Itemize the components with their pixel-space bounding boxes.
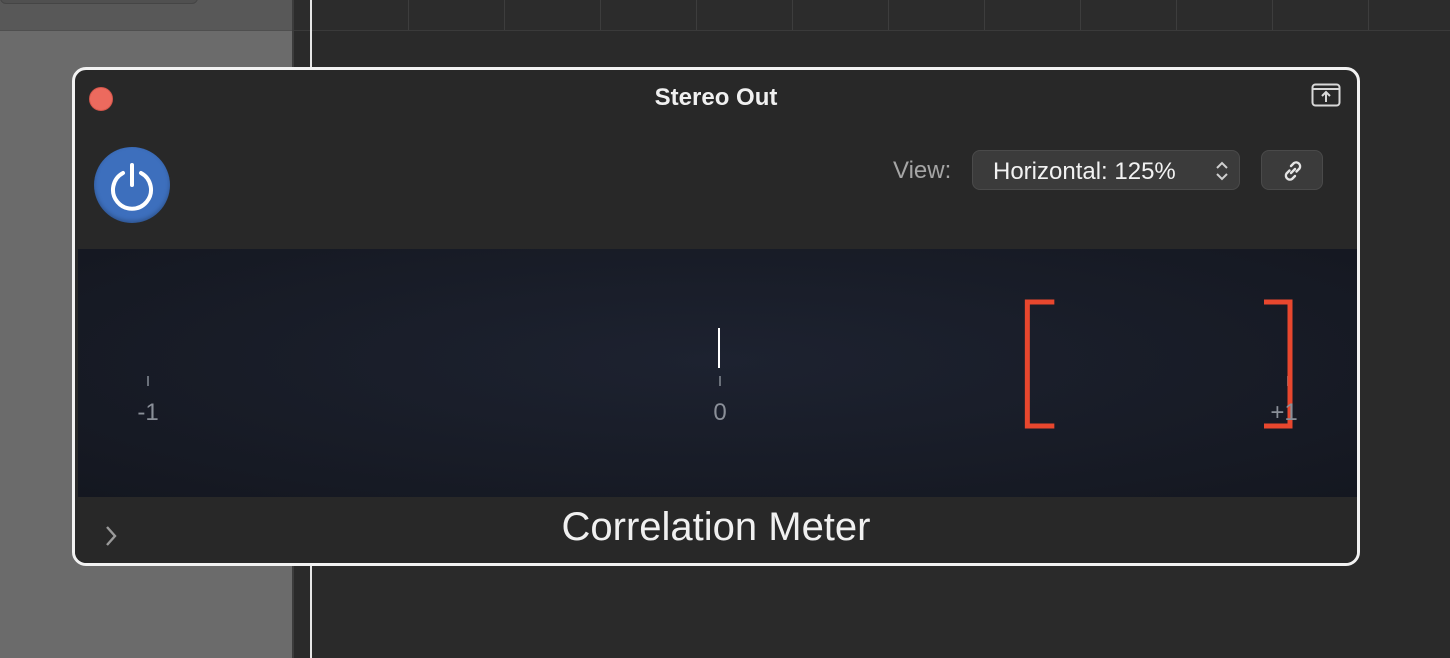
ruler-tick (888, 0, 889, 30)
window-titlebar[interactable]: Stereo Out (75, 70, 1357, 128)
link-button[interactable] (1261, 150, 1323, 190)
scale-label-plus1: +1 (1270, 399, 1298, 426)
meter-graphic (147, 299, 1293, 429)
power-button[interactable] (94, 147, 170, 223)
left-panel-header (0, 0, 292, 31)
plugin-name: Correlation Meter (561, 505, 871, 549)
ruler-tick (1272, 0, 1273, 30)
ruler-tick (1368, 0, 1369, 30)
plugin-window: Stereo Out View: Horizontal: 125% -1 0 +… (72, 67, 1360, 566)
view-size-value: Horizontal: 125% (993, 158, 1176, 185)
view-label: View: (893, 157, 952, 184)
range-bracket-left (1024, 299, 1055, 429)
left-panel-control (0, 0, 198, 4)
link-icon (1284, 161, 1302, 181)
timeline-ruler[interactable] (294, 0, 1450, 31)
ruler-tick (696, 0, 697, 30)
ruler-tick (1080, 0, 1081, 30)
ruler-tick (408, 0, 409, 30)
float-window-icon[interactable] (1311, 83, 1341, 109)
view-size-select[interactable]: Horizontal: 125% (972, 150, 1240, 190)
scale-label-minus1: -1 (137, 399, 159, 426)
ruler-tick (984, 0, 985, 30)
correlation-meter-display: -1 0 +1 (78, 249, 1357, 497)
ruler-tick (792, 0, 793, 30)
ruler-tick (504, 0, 505, 30)
power-icon (111, 163, 153, 211)
updown-chevron-icon (1216, 161, 1228, 181)
plugin-footer: Correlation Meter (75, 497, 1357, 563)
scale-label-0: 0 (713, 399, 727, 426)
window-title: Stereo Out (654, 84, 778, 111)
ruler-tick (600, 0, 601, 30)
ruler-tick (1176, 0, 1177, 30)
